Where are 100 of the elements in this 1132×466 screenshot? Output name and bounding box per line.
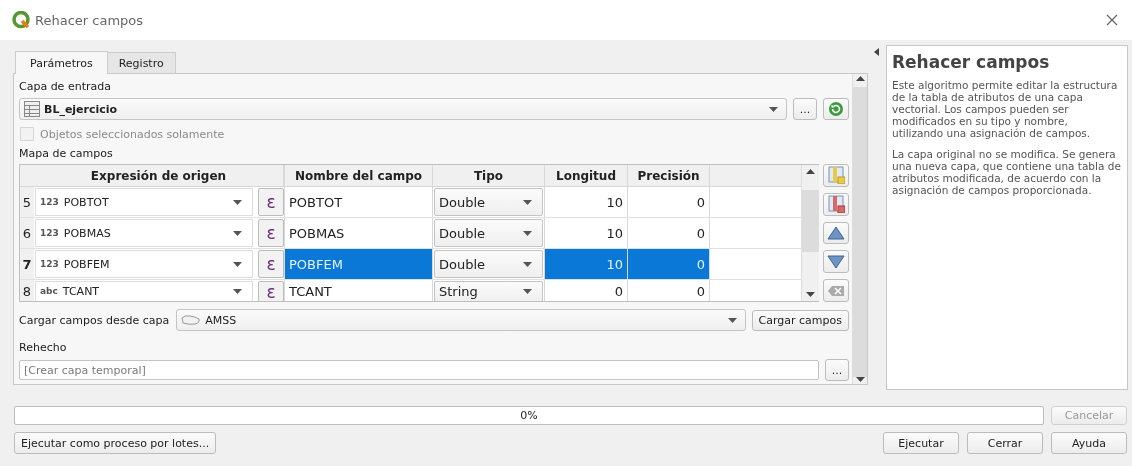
caret-icon [233,261,242,267]
field-name-cell[interactable]: TCANT [284,280,433,301]
load-fields-button[interactable]: Cargar campos [751,309,849,331]
caret-icon [523,230,532,236]
help-button[interactable]: Ayuda [1051,432,1127,454]
column-header: Tipo [433,165,545,186]
field-label: Cargar campos desde capa [19,313,170,327]
column-header: Precisión [628,165,710,186]
field-name-cell[interactable]: POBFEM [284,249,433,279]
expression-button[interactable]: ε [258,281,284,301]
source-dropdown[interactable]: 123 POBFEM [35,250,253,278]
type-dropdown[interactable]: String [434,280,543,301]
caret-icon [233,199,242,205]
table-cell: 10 [545,249,628,279]
column-header: Longitud [545,165,628,186]
field-type-label: 123 [40,197,59,207]
row-number: 7 [20,249,34,279]
help-text: La capa original no se modifica. Se genera una nueva capa, que contiene una tabla de atributos modificada, de acuerdo con la asignación de campos proporcionada. [892,148,1122,196]
scroll-down-icon [806,292,815,297]
column-header: Nombre del campo [284,165,433,186]
table-cell: 0 [545,280,628,301]
type-value: Double [439,194,486,210]
type-value: Double [439,256,486,272]
source-dropdown[interactable]: 123 POBMAS [35,219,253,247]
caret-icon [727,317,737,323]
add-field-button[interactable] [823,164,849,187]
row-number: 6 [20,218,34,248]
browse-button[interactable]: ... [793,98,817,120]
polygon-icon [181,314,202,326]
tab[interactable]: Parámetros [15,51,108,74]
expression-button[interactable]: ε [258,188,284,216]
source-field: POBFEM [63,257,110,271]
close-button[interactable]: Cerrar [967,432,1043,454]
refresh-button[interactable] [823,98,849,120]
type-dropdown[interactable]: Double [434,250,543,278]
scrollbar[interactable] [801,165,819,301]
expression-button[interactable]: ε [258,219,284,247]
layer-dropdown[interactable]: BL_ejercicio [19,98,787,120]
column-header: Expresión de origen [34,165,284,186]
type-dropdown[interactable]: Double [434,219,543,247]
tab[interactable]: Registro [106,52,176,73]
field-name-cell[interactable]: POBTOT [284,187,433,217]
source-field: TCANT [62,284,100,298]
layer-name: BL_ejercicio [44,102,118,116]
field-type-label: 123 [40,259,59,269]
table-icon [24,101,40,117]
browse-button[interactable]: ... [825,359,849,381]
delete-field-button[interactable] [823,192,849,216]
output-field[interactable]: [Crear capa temporal] [19,360,819,380]
table-cell: 0 [628,218,710,248]
caret-icon [233,230,242,236]
batch-button[interactable]: Ejecutar como proceso por lotes... [14,432,217,454]
source-dropdown[interactable]: abc TCANT [35,280,253,301]
move-down-button[interactable] [823,250,849,274]
type-dropdown[interactable]: Double [434,188,543,216]
scroll-up-icon [806,169,815,174]
help-title: Rehacer campos [892,52,1051,72]
add-column-icon [827,166,845,185]
row-number: 5 [20,187,34,217]
type-value: String [439,283,478,299]
caret-icon [233,288,242,294]
move-up-button[interactable] [823,221,849,245]
layer-name: AMSS [205,313,237,327]
scrollbar[interactable] [852,74,867,384]
refresh-icon [828,101,844,117]
table-cell: 0 [628,280,710,301]
caret-icon [769,106,778,112]
caret-icon [523,288,532,294]
clear-button[interactable] [823,279,849,302]
row-number: 8 [20,280,34,301]
app-logo-icon [12,11,30,29]
source-field: POBTOT [63,195,109,209]
close-icon[interactable] [1106,14,1118,26]
table-cell: 0 [628,249,710,279]
type-value: Double [439,225,486,241]
field-label: Capa de entrada [19,79,112,95]
field-label: Rehecho [19,340,68,356]
progress-text: 0% [520,409,538,422]
checkbox-label: Objetos seleccionados solamente [40,127,225,141]
window-title: Rehacer campos [35,12,144,28]
help-text: Este algoritmo permite editar la estructura de la tabla de atributos de una capa vectorial. Los campos pueden ser modificados en su tipo y nombre, utilizando una asignación de campos. [892,79,1119,139]
scroll-up-icon [855,76,865,81]
field-name-cell[interactable]: POBMAS [284,218,433,248]
up-triangle-icon [827,224,845,242]
table-cell: 0 [628,187,710,217]
down-triangle-icon [827,252,845,271]
field-type-label: 123 [40,228,59,238]
field-label: Mapa de campos [19,146,114,162]
collapse-arrow-icon[interactable] [874,48,879,56]
layer-dropdown[interactable]: AMSS [176,309,746,331]
source-dropdown[interactable]: 123 POBTOT [35,188,253,216]
source-field: POBMAS [63,226,111,240]
expression-button[interactable]: ε [258,250,284,278]
delete-column-icon [827,195,845,214]
caret-icon [523,199,532,205]
field-type-label: abc [40,286,58,296]
run-button[interactable]: Ejecutar [883,432,959,454]
table-cell: 10 [545,218,628,248]
caret-icon [523,261,532,267]
table-cell: 10 [545,187,628,217]
